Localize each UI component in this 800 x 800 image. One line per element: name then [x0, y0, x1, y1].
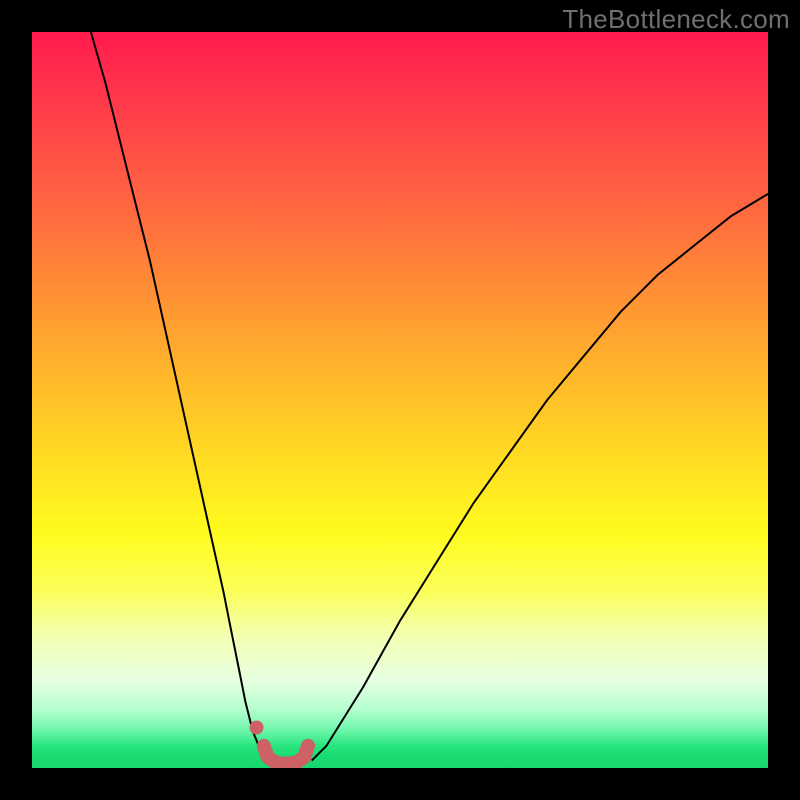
chart-frame: TheBottleneck.com: [0, 0, 800, 800]
curve-left: [91, 32, 268, 761]
curve-right: [312, 194, 768, 761]
trough-entry-dot: [250, 721, 264, 735]
plot-area: [32, 32, 768, 768]
trough-highlight: [264, 746, 308, 764]
watermark-text: TheBottleneck.com: [562, 4, 790, 35]
curves-svg: [32, 32, 768, 768]
curve-layer: [91, 32, 768, 764]
